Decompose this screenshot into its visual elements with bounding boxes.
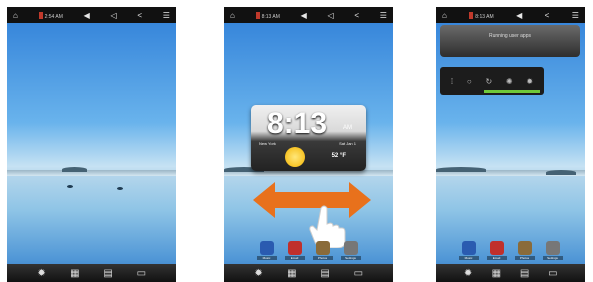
menu-icon[interactable]: ☰ [163,11,170,20]
app-label: Photos [514,256,535,260]
dock-bar: ✹ ▦ ▤ ▭ [436,264,585,282]
clock-time: 8:13 [267,107,328,140]
apps-grid-icon[interactable]: ▦ [490,268,502,279]
settings-icon[interactable]: ✹ [253,268,265,279]
status-time: 2:54 AM [44,13,63,20]
app-settings[interactable]: Settings [340,241,361,260]
clock-temperature: 52 °F [331,153,346,159]
clock-widget[interactable]: 8:13 AM New York Sat Jan 1 52 °F [251,105,366,171]
document-icon[interactable]: ▤ [519,268,531,279]
island [62,167,87,172]
home-icon[interactable]: ⌂ [442,11,447,20]
volume-up-icon[interactable]: ◁ [328,11,334,20]
horizon [7,170,176,176]
document-icon[interactable]: ▤ [319,268,331,279]
window-icon[interactable]: ▭ [352,268,364,279]
settings-icon[interactable]: ✹ [462,268,474,279]
back-icon[interactable]: < [354,11,359,20]
app-label: Settings [542,256,563,260]
screen-notification: ⌂ 8:13 AM ◀ < ☰ Running user apps ⁞ ○ ↻ … [436,7,585,282]
home-icon[interactable]: ⌂ [13,11,18,20]
home-icon[interactable]: ⌂ [230,11,235,20]
menu-icon[interactable]: ☰ [380,11,387,20]
window-icon[interactable]: ▭ [547,268,559,279]
clock-date: Sat Jan 1 [339,141,356,146]
status-time: 8:13 AM [261,13,280,20]
menu-icon[interactable]: ☰ [572,11,579,20]
rock [67,185,73,188]
app-photos[interactable]: Photos [514,241,535,260]
app-label: Email [486,256,507,260]
dock-bar: ✹ ▦ ▤ ▭ [7,264,176,282]
volume-icon[interactable]: ◀ [516,11,522,20]
battery-icon [469,11,474,19]
app-email[interactable]: Email [486,241,507,260]
status-bar: ⌂ 8:13 AM ◀ ◁ < ☰ [224,7,393,23]
volume-up-icon[interactable]: ◁ [111,11,117,20]
app-email[interactable]: Email [284,241,305,260]
clock-city: New York [259,141,276,146]
app-music[interactable]: Music [256,241,277,260]
document-icon[interactable]: ▤ [102,268,114,279]
clock-ampm: AM [343,125,352,131]
notification-banner[interactable]: Running user apps [440,25,580,57]
settings-icon[interactable]: ✹ [36,268,48,279]
app-photos[interactable]: Photos [312,241,333,260]
battery-icon [38,11,43,19]
screen-home-clock: ⌂ 8:13 AM ◀ ◁ < ☰ 8:13 AM New York Sat J… [224,7,393,282]
volume-icon[interactable]: ◀ [301,11,307,20]
rock [117,187,123,190]
app-row: Music Email Photos Settings [436,241,585,260]
settings-icon[interactable]: ✹ [526,77,533,86]
status-time: 8:13 AM [475,13,494,20]
status-bar: ⌂ 2:54 AM ◀ ◁ < ☰ [7,7,176,23]
app-settings[interactable]: Settings [542,241,563,260]
brightness-bar[interactable] [484,90,540,93]
wifi-icon[interactable]: ⁞ [451,77,453,86]
island [436,167,486,172]
app-label: Music [256,256,277,260]
screen-home-empty: ⌂ 2:54 AM ◀ ◁ < ☰ ✹ ▦ ▤ ▭ [7,7,176,282]
island [546,170,576,175]
brightness-icon[interactable]: ✺ [506,77,513,86]
window-icon[interactable]: ▭ [135,268,147,279]
bluetooth-icon[interactable]: ○ [467,77,472,86]
battery-icon [255,11,260,19]
rotate-icon[interactable]: ↻ [485,77,492,86]
app-label: Music [458,256,479,260]
app-label: Email [284,256,305,260]
volume-icon[interactable]: ◀ [84,11,90,20]
dock-bar: ✹ ▦ ▤ ▭ [224,264,393,282]
app-label: Settings [340,256,361,260]
apps-grid-icon[interactable]: ▦ [286,268,298,279]
weather-sun-icon [285,147,305,167]
apps-grid-icon[interactable]: ▦ [69,268,81,279]
status-bar: ⌂ 8:13 AM ◀ < ☰ [436,7,585,23]
app-music[interactable]: Music [458,241,479,260]
app-row: Music Email Photos Settings [224,241,393,260]
back-icon[interactable]: < [545,11,550,20]
app-label: Photos [312,256,333,260]
quick-settings-panel: ⁞ ○ ↻ ✺ ✹ [440,67,544,95]
back-icon[interactable]: < [137,11,142,20]
